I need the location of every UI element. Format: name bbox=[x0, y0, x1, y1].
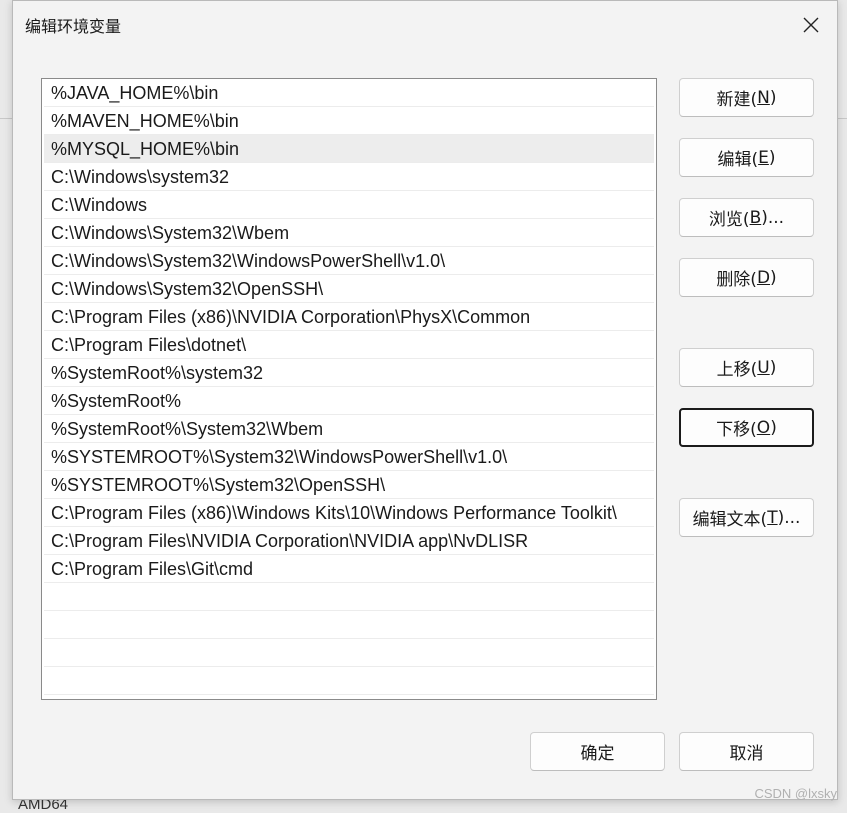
list-item[interactable]: %SystemRoot%\system32 bbox=[44, 359, 654, 387]
list-item[interactable]: C:\Program Files\dotnet\ bbox=[44, 331, 654, 359]
list-item[interactable]: %SYSTEMROOT%\System32\OpenSSH\ bbox=[44, 471, 654, 499]
path-listbox[interactable]: %JAVA_HOME%\bin%MAVEN_HOME%\bin%MYSQL_HO… bbox=[41, 78, 657, 700]
list-item[interactable]: C:\Windows\system32 bbox=[44, 163, 654, 191]
list-item[interactable]: %SystemRoot% bbox=[44, 387, 654, 415]
edit-button[interactable]: 编辑(E) bbox=[679, 138, 814, 177]
background-divider bbox=[0, 118, 12, 119]
dialog-title: 编辑环境变量 bbox=[25, 13, 121, 37]
close-button[interactable] bbox=[795, 9, 827, 41]
list-item[interactable]: C:\Program Files (x86)\Windows Kits\10\W… bbox=[44, 499, 654, 527]
list-item[interactable]: %MYSQL_HOME%\bin bbox=[44, 135, 654, 163]
list-item[interactable]: C:\Windows bbox=[44, 191, 654, 219]
empty-list-row[interactable] bbox=[44, 583, 654, 611]
list-item[interactable]: %SYSTEMROOT%\System32\WindowsPowerShell\… bbox=[44, 443, 654, 471]
cancel-button[interactable]: 取消 bbox=[679, 732, 814, 771]
edit-env-variable-dialog: 编辑环境变量 %JAVA_HOME%\bin%MAVEN_HOME%\bin%M… bbox=[12, 0, 838, 800]
move-down-button[interactable]: 下移(O) bbox=[679, 408, 814, 447]
new-button[interactable]: 新建(N) bbox=[679, 78, 814, 117]
list-item[interactable]: C:\Windows\System32\OpenSSH\ bbox=[44, 275, 654, 303]
delete-button[interactable]: 删除(D) bbox=[679, 258, 814, 297]
list-item[interactable]: C:\Program Files\NVIDIA Corporation\NVID… bbox=[44, 527, 654, 555]
watermark: CSDN @lxsky bbox=[754, 786, 837, 801]
list-item[interactable]: C:\Windows\System32\WindowsPowerShell\v1… bbox=[44, 247, 654, 275]
list-item[interactable]: %SystemRoot%\System32\Wbem bbox=[44, 415, 654, 443]
browse-button[interactable]: 浏览(B)... bbox=[679, 198, 814, 237]
list-item[interactable]: C:\Program Files (x86)\NVIDIA Corporatio… bbox=[44, 303, 654, 331]
ok-button[interactable]: 确定 bbox=[530, 732, 665, 771]
list-item[interactable]: %JAVA_HOME%\bin bbox=[44, 79, 654, 107]
list-item[interactable]: C:\Program Files\Git\cmd bbox=[44, 555, 654, 583]
edit-text-button[interactable]: 编辑文本(T)... bbox=[679, 498, 814, 537]
move-up-button[interactable]: 上移(U) bbox=[679, 348, 814, 387]
list-item[interactable]: %MAVEN_HOME%\bin bbox=[44, 107, 654, 135]
empty-list-row[interactable] bbox=[44, 611, 654, 639]
empty-list-row[interactable] bbox=[44, 639, 654, 667]
background-divider bbox=[838, 118, 847, 119]
empty-list-row[interactable] bbox=[44, 667, 654, 695]
close-icon bbox=[802, 16, 820, 34]
list-item[interactable]: C:\Windows\System32\Wbem bbox=[44, 219, 654, 247]
